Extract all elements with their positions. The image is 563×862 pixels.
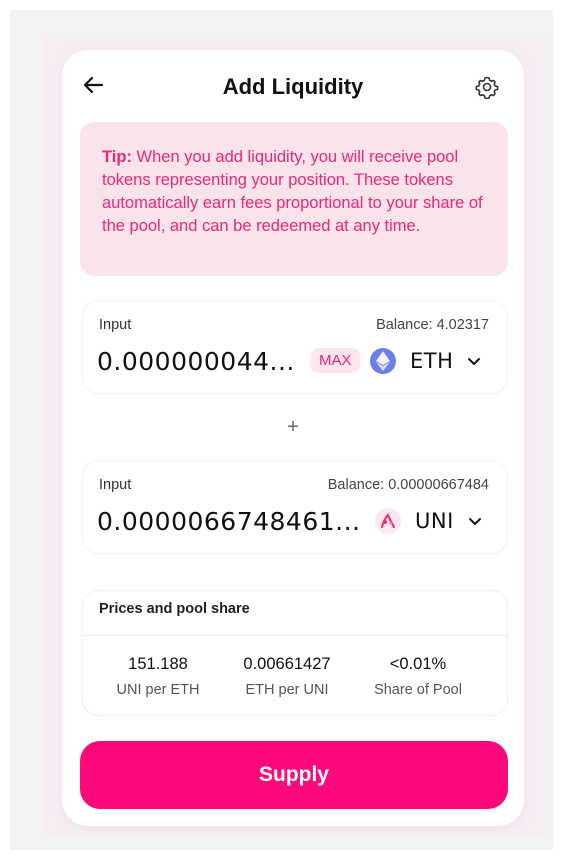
page-title: Add Liquidity: [222, 74, 364, 99]
stat-value: 151.188: [128, 655, 188, 673]
balance-text: Balance: 0.00000667484: [327, 477, 489, 493]
add-liquidity-card: Add Liquidity Tip: When you add liquidit…: [62, 50, 524, 826]
input-label: Input: [99, 317, 132, 333]
max-button[interactable]: MAX: [311, 348, 360, 373]
supply-button[interactable]: Supply: [80, 741, 508, 809]
divider: [83, 635, 507, 636]
stat-value: 0.00661427: [243, 655, 331, 673]
chevron-down-icon: [468, 517, 482, 526]
stat-uni-per-eth: 151.188 UNI per ETH: [93, 655, 223, 698]
ethereum-icon: [370, 348, 396, 374]
balance-text: Balance: 4.02317: [376, 317, 489, 333]
tip-prefix: Tip:: [102, 148, 132, 166]
amount-input[interactable]: 0.0000066748461...: [97, 507, 360, 536]
stat-label: UNI per ETH: [116, 682, 200, 698]
prices-panel: Prices and pool share 151.188 UNI per ET…: [82, 590, 508, 716]
plus-icon: +: [287, 416, 299, 438]
prices-title: Prices and pool share: [99, 601, 250, 617]
stat-eth-per-uni: 0.00661427 ETH per UNI: [222, 655, 352, 698]
token-name: ETH: [410, 349, 454, 373]
input-panel-eth: Input Balance: 4.02317 0.000000044... MA…: [82, 300, 508, 394]
amount-input[interactable]: 0.000000044...: [97, 347, 295, 376]
token-name: UNI: [415, 509, 454, 533]
stat-share-of-pool: <0.01% Share of Pool: [353, 655, 483, 698]
tip-text: When you add liquidity, you will receive…: [102, 148, 483, 235]
token-select-uni[interactable]: UNI: [375, 505, 482, 537]
gear-icon[interactable]: [472, 72, 502, 102]
chevron-down-icon: [467, 357, 481, 366]
stat-label: ETH per UNI: [245, 682, 329, 698]
stat-label: Share of Pool: [374, 682, 462, 698]
uniswap-icon: [375, 508, 401, 534]
token-select-eth[interactable]: ETH: [370, 345, 481, 377]
stat-value: <0.01%: [389, 655, 447, 673]
input-label: Input: [99, 477, 132, 493]
card-header: Add Liquidity: [62, 50, 524, 122]
input-panel-uni: Input Balance: 0.00000667484 0.000006674…: [82, 460, 508, 554]
tip-box: Tip: When you add liquidity, you will re…: [80, 122, 508, 276]
